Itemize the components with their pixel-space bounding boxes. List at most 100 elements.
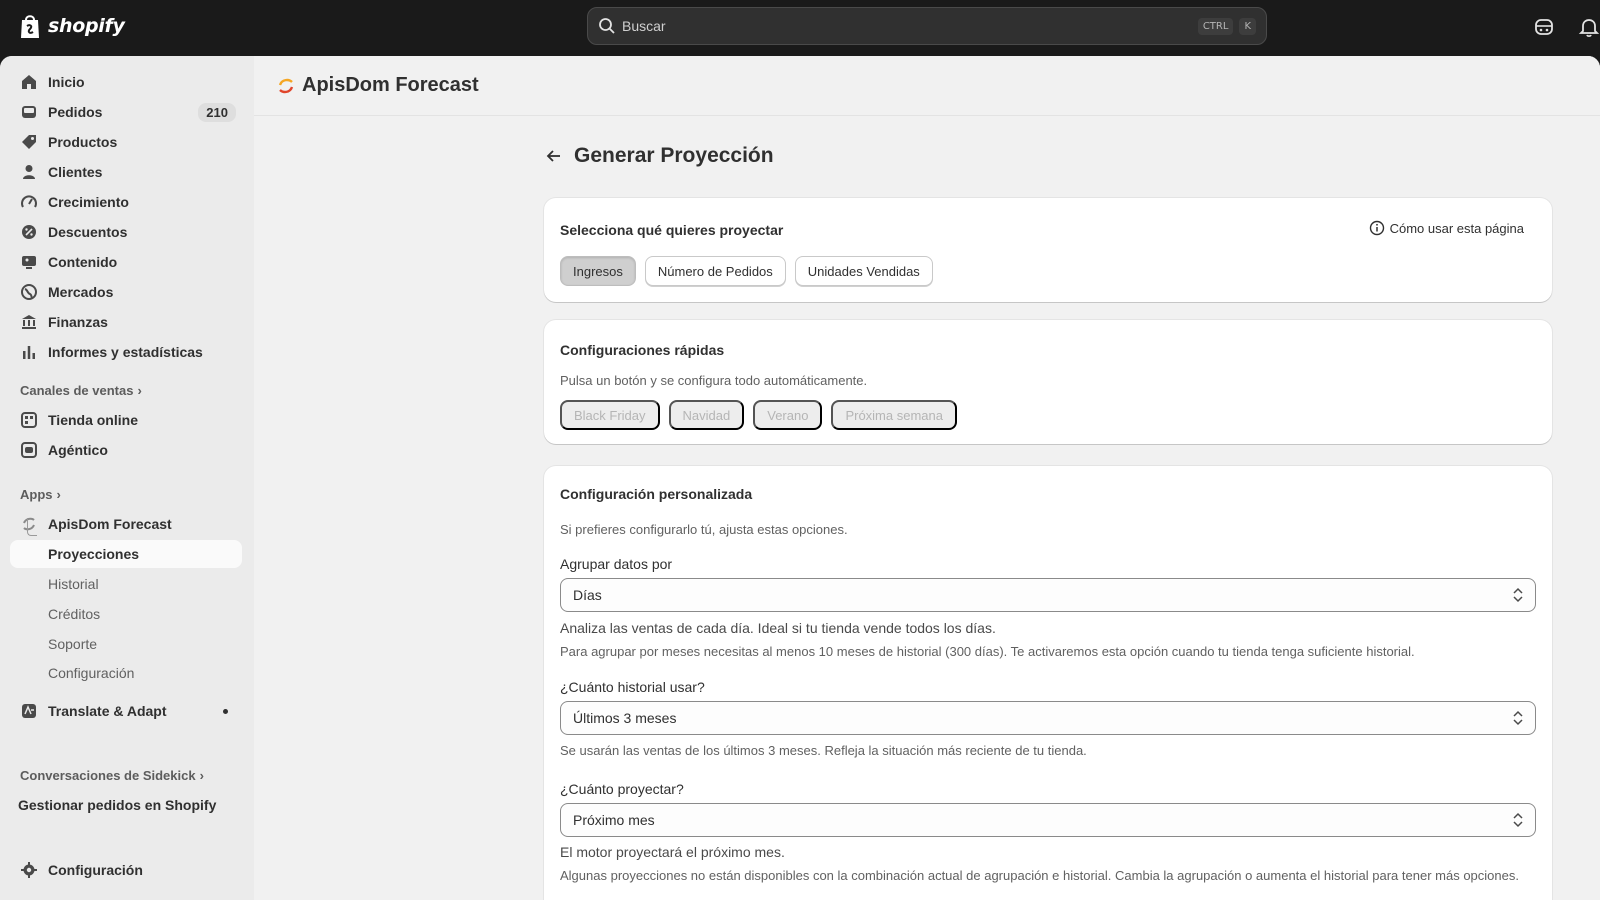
history-help: Se usarán las ventas de los últimos 3 me… [560, 743, 1087, 758]
sidebar-item-label: Descuentos [48, 224, 128, 240]
sidebar-item-pedidos[interactable]: Pedidos 210 [10, 98, 242, 126]
option-ingresos-button[interactable]: Ingresos [560, 256, 636, 286]
sidebar-item-label: Inicio [48, 74, 85, 90]
sidebar-item-label: Finanzas [48, 314, 108, 330]
sidekick-icon[interactable] [1533, 16, 1555, 38]
sidebar-item-label: Tienda online [48, 412, 138, 428]
sidebar-item-agentico[interactable]: Agéntico [10, 436, 242, 464]
bell-icon[interactable] [1578, 16, 1600, 38]
sidebar-item-label: Agéntico [48, 442, 108, 458]
gauge-icon [21, 195, 37, 208]
sidebar-item-label: Informes y estadísticas [48, 344, 203, 360]
sidebar-item-translate-adapt[interactable]: Translate & Adapt [10, 697, 242, 725]
store-icon [21, 412, 37, 428]
group-by-select[interactable]: Días [560, 578, 1536, 612]
group-by-help: Analiza las ventas de cada día. Ideal si… [560, 620, 996, 636]
sidebar-item-productos[interactable]: Productos [10, 128, 242, 156]
sidebar-item-label: Configuración [48, 665, 135, 681]
sidebar-item-label: Pedidos [48, 104, 103, 120]
sidebar-item-creditos[interactable]: Créditos [10, 600, 242, 628]
how-to-use-label: Cómo usar esta página [1389, 220, 1524, 236]
sidebar-item-app-configuracion[interactable]: Configuración [10, 659, 242, 687]
sidebar-item-label: Translate & Adapt [48, 703, 167, 719]
sidebar-item-soporte[interactable]: Soporte [10, 630, 242, 658]
bar-chart-icon [23, 346, 35, 359]
apps-title: Apps [20, 487, 53, 502]
sidekick-conversation-item[interactable]: Gestionar pedidos en Shopify [8, 791, 240, 819]
unread-dot [223, 708, 228, 714]
option-pedidos-button[interactable]: Número de Pedidos [644, 256, 786, 286]
projection-type-card: Selecciona qué quieres proyectar Cómo us… [544, 198, 1552, 302]
black-friday-button[interactable]: Black Friday [560, 400, 660, 430]
top-bar: shopify Buscar CTRL K [0, 0, 1600, 56]
history-value: Últimos 3 meses [573, 710, 677, 726]
apps-header[interactable]: Apps › [20, 487, 61, 502]
orders-count-badge: 210 [198, 102, 236, 122]
content-icon [22, 256, 36, 269]
card-title: Configuraciones rápidas [560, 342, 725, 358]
projection-length-value: Próximo mes [573, 812, 655, 828]
shopify-wordmark: shopify [48, 15, 125, 37]
sidebar-item-label: Clientes [48, 164, 103, 180]
verano-button[interactable]: Verano [753, 400, 823, 430]
back-arrow-icon[interactable] [544, 146, 564, 166]
sidebar-item-crecimiento[interactable]: Crecimiento [10, 188, 242, 216]
sidebar-item-label: ApisDom Forecast [48, 516, 172, 532]
sidebar-item-inicio[interactable]: Inicio [10, 68, 242, 96]
sidebar-item-apisdom-forecast[interactable]: ApisDom Forecast [10, 510, 242, 538]
sales-channels-header[interactable]: Canales de ventas › [20, 383, 142, 398]
globe-icon [21, 284, 37, 300]
how-to-use-link[interactable]: Cómo usar esta página [1369, 220, 1524, 236]
page-title-row: Generar Proyección [544, 144, 774, 168]
search-bar[interactable]: Buscar CTRL K [587, 7, 1267, 45]
card-title: Selecciona qué quieres proyectar [560, 222, 784, 238]
chevron-right-icon: › [56, 487, 61, 502]
group-by-value: Días [573, 587, 602, 603]
shortcut-ctrl: CTRL [1197, 17, 1234, 35]
sidebar-item-proyecciones[interactable]: Proyecciones [10, 540, 242, 568]
shortcut-k: K [1239, 17, 1256, 35]
home-icon [22, 75, 36, 89]
projection-length-select[interactable]: Próximo mes [560, 803, 1536, 837]
history-label: ¿Cuánto historial usar? [560, 679, 705, 695]
sidebar-item-tienda-online[interactable]: Tienda online [10, 406, 242, 434]
select-chevron-icon [1513, 710, 1523, 726]
sidebar-item-label: Configuración [48, 862, 143, 878]
shopify-logo[interactable]: shopify [18, 12, 125, 40]
select-chevron-icon [1513, 812, 1523, 828]
tag-icon [22, 135, 36, 149]
sidebar-item-informes[interactable]: Informes y estadísticas [10, 338, 242, 366]
sidekick-header[interactable]: Conversaciones de Sidekick › [20, 768, 204, 783]
custom-config-card: Configuración personalizada Si prefieres… [544, 466, 1552, 900]
sidebar-item-contenido[interactable]: Contenido [10, 248, 242, 276]
main-content: ApisDom Forecast Generar Proyección Sele… [254, 56, 1600, 900]
history-select[interactable]: Últimos 3 meses [560, 701, 1536, 735]
quick-config-card: Configuraciones rápidas Pulsa un botón y… [544, 320, 1552, 444]
app-header: ApisDom Forecast [254, 56, 1600, 116]
sidebar-item-label: Mercados [48, 284, 114, 300]
navidad-button[interactable]: Navidad [668, 400, 745, 430]
sidebar-item-label: Proyecciones [48, 546, 140, 562]
sidebar-item-finanzas[interactable]: Finanzas [10, 308, 242, 336]
quick-config-buttons: Black Friday Navidad Verano Próxima sema… [560, 400, 957, 430]
sidebar-item-label: Créditos [48, 606, 101, 622]
discount-icon [22, 225, 36, 239]
page-title: Generar Proyección [574, 144, 774, 167]
sidebar-item-historial[interactable]: Historial [10, 570, 242, 598]
search-placeholder: Buscar [622, 18, 666, 34]
sidebar-item-mercados[interactable]: Mercados [10, 278, 242, 306]
person-icon [23, 165, 35, 179]
sidebar-item-descuentos[interactable]: Descuentos [10, 218, 242, 246]
option-unidades-button[interactable]: Unidades Vendidas [794, 256, 933, 286]
sidebar-item-configuracion[interactable]: Configuración [10, 856, 242, 884]
apisdom-logo-icon [278, 78, 294, 93]
sidebar-item-label: Crecimiento [48, 194, 129, 210]
sidebar-item-label: Soporte [48, 636, 98, 652]
card-subtitle: Pulsa un botón y se configura todo autom… [560, 373, 868, 388]
group-by-label: Agrupar datos por [560, 556, 673, 572]
search-icon [599, 18, 615, 34]
tree-connector [27, 518, 37, 536]
proxima-semana-button[interactable]: Próxima semana [831, 400, 957, 430]
sidebar-item-label: Gestionar pedidos en Shopify [18, 797, 217, 813]
sidebar-item-clientes[interactable]: Clientes [10, 158, 242, 186]
